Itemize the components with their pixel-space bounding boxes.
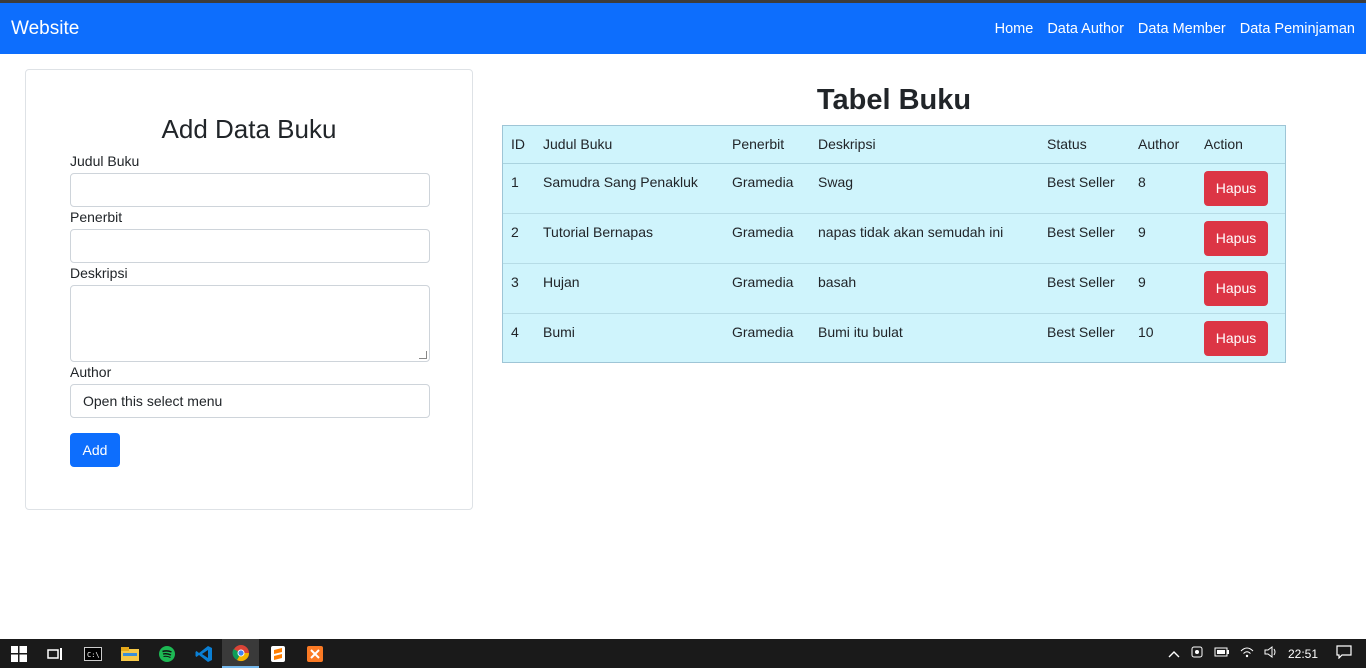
terminal-icon[interactable]: C:\ xyxy=(74,639,111,668)
cell-id: 3 xyxy=(503,263,535,314)
nav-link-data-peminjaman[interactable]: Data Peminjaman xyxy=(1240,21,1355,37)
table-row: 3 Hujan Gramedia basah Best Seller 9 Hap… xyxy=(503,263,1285,314)
cell-author: 9 xyxy=(1130,213,1196,264)
add-book-form-card: Add Data Buku Judul Buku Penerbit Deskri… xyxy=(25,69,473,510)
cell-penerbit: Gramedia xyxy=(732,323,794,340)
windows-start-icon[interactable] xyxy=(0,639,37,668)
hapus-button[interactable]: Hapus xyxy=(1204,170,1268,206)
cell-action: Hapus xyxy=(1196,213,1285,264)
header-author: Author xyxy=(1130,126,1196,164)
chrome-icon[interactable] xyxy=(222,639,259,668)
cell-status: Best Seller xyxy=(1039,163,1130,214)
deskripsi-textarea[interactable] xyxy=(70,285,430,362)
file-explorer-icon[interactable] xyxy=(111,639,148,668)
table-row: 2 Tutorial Bernapas Gramedia napas tidak… xyxy=(503,213,1285,264)
cell-action: Hapus xyxy=(1196,163,1285,214)
cell-deskripsi: Bumi itu bulat xyxy=(818,323,903,340)
table-title: Tabel Buku xyxy=(816,84,972,116)
nav-link-home[interactable]: Home xyxy=(995,21,1034,37)
cell-id: 2 xyxy=(503,213,535,264)
hapus-button[interactable]: Hapus xyxy=(1204,220,1268,256)
header-action: Action xyxy=(1196,126,1285,164)
svg-text:C:\: C:\ xyxy=(87,651,100,659)
clock[interactable]: 22:51 xyxy=(1288,647,1318,661)
taskbar: C:\ 22:51 xyxy=(0,639,1366,668)
cell-judul: Bumi xyxy=(543,323,575,340)
xampp-icon[interactable] xyxy=(296,639,333,668)
cell-penerbit: Gramedia xyxy=(724,263,810,314)
nav-link-data-member[interactable]: Data Member xyxy=(1138,21,1226,37)
books-table: ID Judul Buku Penerbit Deskripsi Status … xyxy=(503,126,1285,362)
cell-penerbit: Gramedia xyxy=(724,213,810,264)
cell-author: 8 xyxy=(1130,163,1196,214)
judul-buku-input[interactable] xyxy=(70,173,430,207)
table-row: 4 Bumi Gramedia Bumi itu bulat Best Sell… xyxy=(503,313,1285,362)
nav-link-data-author[interactable]: Data Author xyxy=(1047,21,1124,37)
judul-buku-label: Judul Buku xyxy=(70,153,140,169)
cell-deskripsi: Swag xyxy=(810,163,1039,214)
cell-author: 10 xyxy=(1138,323,1154,340)
chevron-up-icon[interactable] xyxy=(1168,647,1180,661)
header-penerbit: Penerbit xyxy=(724,126,810,164)
cell-action: Hapus xyxy=(1196,313,1285,362)
books-table-wrapper: ID Judul Buku Penerbit Deskripsi Status … xyxy=(502,125,1286,363)
header-deskripsi: Deskripsi xyxy=(810,126,1039,164)
wifi-icon[interactable] xyxy=(1240,646,1254,661)
cell-deskripsi: basah xyxy=(810,263,1039,314)
meet-now-icon[interactable] xyxy=(1190,645,1204,662)
cell-id: 1 xyxy=(503,163,535,214)
table-header-row: ID Judul Buku Penerbit Deskripsi Status … xyxy=(503,126,1285,164)
deskripsi-label: Deskripsi xyxy=(70,265,128,281)
cell-id: 4 xyxy=(511,323,519,340)
author-select[interactable]: Open this select menu xyxy=(70,384,430,418)
notification-icon[interactable] xyxy=(1336,645,1352,662)
cell-judul: Hujan xyxy=(535,263,724,314)
penerbit-input[interactable] xyxy=(70,229,430,263)
navbar-brand[interactable]: Website xyxy=(11,18,79,40)
nav-links: Home Data Author Data Member Data Peminj… xyxy=(995,21,1355,37)
cell-judul: Samudra Sang Penakluk xyxy=(535,163,724,214)
battery-icon[interactable] xyxy=(1214,646,1230,661)
cell-action: Hapus xyxy=(1196,263,1285,314)
hapus-button[interactable]: Hapus xyxy=(1204,270,1268,306)
cell-judul: Tutorial Bernapas xyxy=(535,213,724,264)
cell-status: Best Seller xyxy=(1047,323,1115,340)
table-row: 1 Samudra Sang Penakluk Gramedia Swag Be… xyxy=(503,163,1285,214)
cell-author: 9 xyxy=(1130,263,1196,314)
sublime-icon[interactable] xyxy=(259,639,296,668)
hapus-button[interactable]: Hapus xyxy=(1204,320,1268,356)
system-tray: 22:51 xyxy=(1168,639,1366,668)
navbar: Website Home Data Author Data Member Dat… xyxy=(0,3,1366,54)
task-view-icon[interactable] xyxy=(37,639,74,668)
resize-handle-icon[interactable] xyxy=(419,351,427,359)
form-title: Add Data Buku xyxy=(161,114,337,144)
header-judul-buku: Judul Buku xyxy=(535,126,724,164)
header-id: ID xyxy=(503,126,535,164)
vscode-icon[interactable] xyxy=(185,639,222,668)
spotify-icon[interactable] xyxy=(148,639,185,668)
penerbit-label: Penerbit xyxy=(70,209,123,225)
cell-status: Best Seller xyxy=(1039,213,1130,264)
cell-deskripsi: napas tidak akan semudah ini xyxy=(810,213,1039,264)
add-button[interactable]: Add xyxy=(70,433,120,467)
volume-icon[interactable] xyxy=(1264,646,1278,661)
header-status: Status xyxy=(1039,126,1130,164)
author-label: Author xyxy=(70,364,112,380)
cell-penerbit: Gramedia xyxy=(724,163,810,214)
cell-status: Best Seller xyxy=(1039,263,1130,314)
